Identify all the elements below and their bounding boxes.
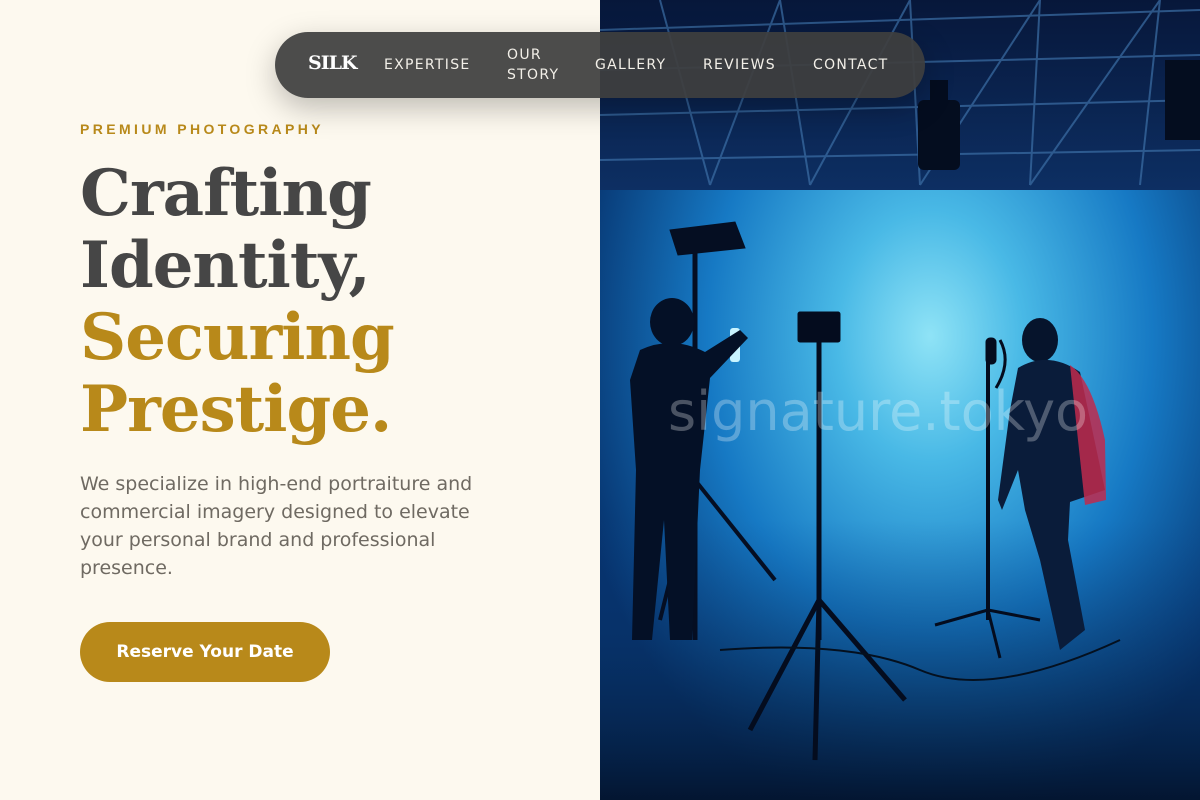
eyebrow-label: PREMIUM PHOTOGRAPHY [80,121,325,137]
nav-item-our-story[interactable]: OUR STORY [507,32,571,98]
headline-line-1: Crafting [80,156,372,231]
nav-item-contact[interactable]: CONTACT [813,32,889,98]
headline-line-3: Securing [80,300,395,375]
hero-photo: signature.tokyo [600,0,1200,800]
reserve-date-button[interactable]: Reserve Your Date [80,622,330,682]
studio-photo-image: signature.tokyo [600,0,1200,800]
headline-line-4: Prestige. [80,372,392,447]
page: PREMIUM PHOTOGRAPHY Crafting Identity, S… [0,0,1200,800]
nav-item-reviews[interactable]: REVIEWS [703,32,776,98]
watermark-text: signature.tokyo [668,380,1088,443]
hero-headline: Crafting Identity, Securing Prestige. [80,156,395,447]
main-nav: SILK EXPERTISE OUR STORY GALLERY REVIEWS… [275,32,925,98]
hero-left: PREMIUM PHOTOGRAPHY Crafting Identity, S… [0,0,600,800]
nav-item-expertise[interactable]: EXPERTISE [384,32,471,98]
brand-logo[interactable]: SILK [308,52,357,74]
hero-description: We specialize in high-end portraiture an… [80,473,473,579]
nav-item-gallery[interactable]: GALLERY [595,32,666,98]
headline-line-2: Identity, [80,228,371,303]
